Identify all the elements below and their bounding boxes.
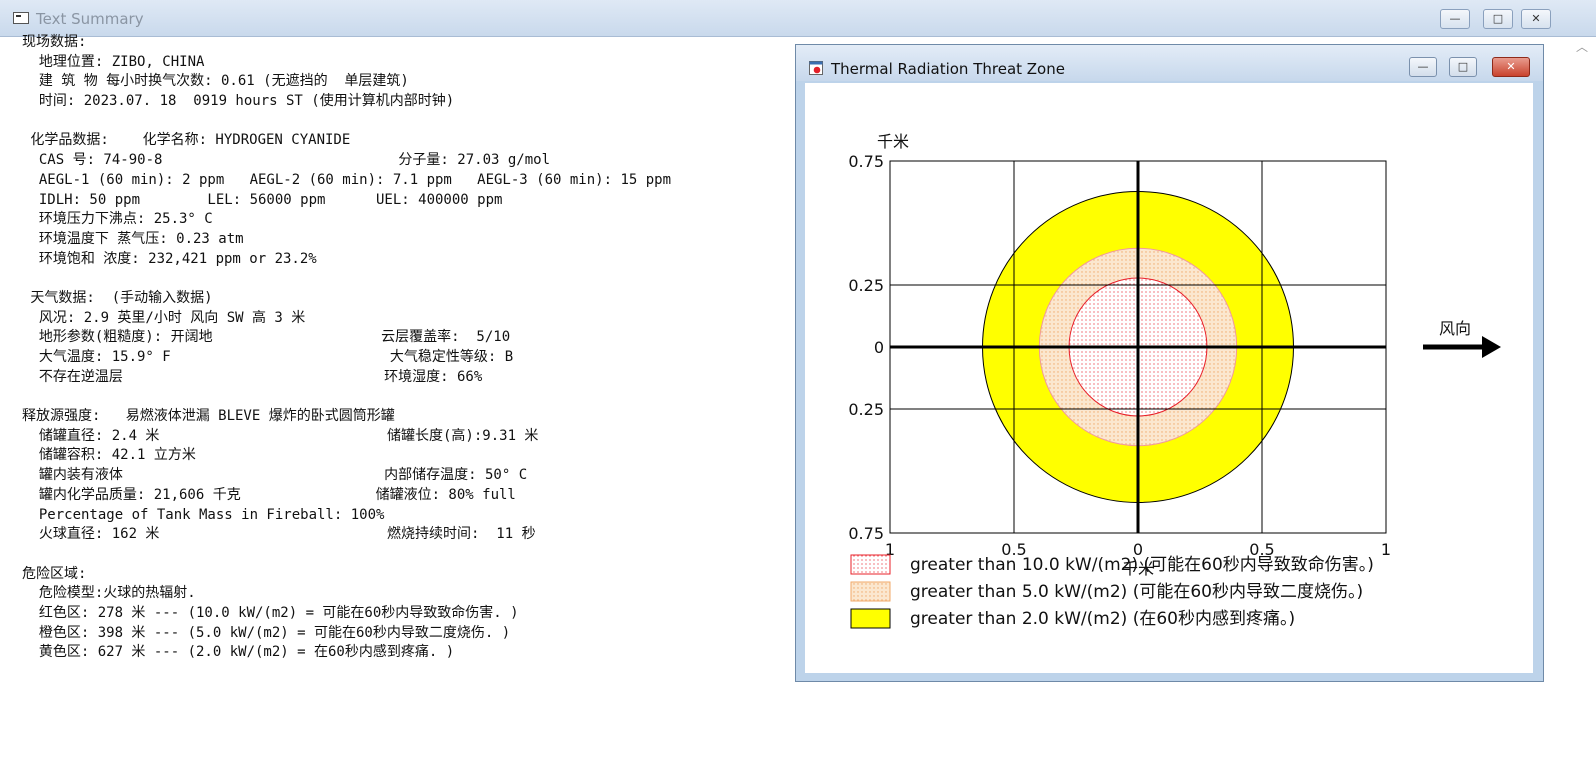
summary-line: 天气数据: (手动输入数据) bbox=[22, 289, 213, 306]
summary-line: 地理位置: ZIBO, CHINA bbox=[22, 53, 205, 70]
summary-line: Percentage of Tank Mass in Fireball: 100… bbox=[22, 506, 385, 523]
y-tick-label: 0.75 bbox=[848, 152, 884, 171]
main-title-bar[interactable]: Text Summary — □ ✕ bbox=[0, 0, 1596, 37]
summary-line: 风况: 2.9 英里/小时 风向 SW 高 3 米 bbox=[22, 309, 306, 326]
legend-swatch-red bbox=[850, 554, 891, 575]
summary-line bbox=[22, 387, 671, 407]
y-tick-label: 0 bbox=[874, 338, 884, 357]
summary-line: 橙色区: 398 米 --- (5.0 kW/(m2) = 可能在60秒内导致二… bbox=[22, 624, 511, 641]
summary-line: 不存在逆温层 环境湿度: 66% bbox=[22, 368, 483, 385]
x-tick-label: 1 bbox=[1381, 540, 1391, 559]
maximize-button[interactable]: □ bbox=[1483, 9, 1513, 29]
y-tick-label: 0.75 bbox=[848, 524, 884, 543]
minimize-icon: — bbox=[1449, 12, 1461, 25]
wind-direction-label: 风向 bbox=[1439, 319, 1471, 338]
legend-swatch-yellow bbox=[850, 608, 891, 629]
summary-line bbox=[22, 112, 671, 132]
summary-line: 化学品数据: 化学名称: HYDROGEN CYANIDE bbox=[22, 132, 351, 149]
summary-line: 现场数据: bbox=[22, 34, 87, 50]
summary-line: CAS 号: 74-90-8 分子量: 27.03 g/mol bbox=[22, 152, 551, 169]
minimize-icon: — bbox=[1417, 60, 1429, 73]
threat-zone-window-icon bbox=[809, 61, 823, 75]
summary-line: 黄色区: 627 米 --- (2.0 kW/(m2) = 在60秒内感到疼痛.… bbox=[22, 644, 455, 661]
summary-line: 环境压力下沸点: 25.3° C bbox=[22, 211, 213, 228]
summary-line: 红色区: 278 米 --- (10.0 kW/(m2) = 可能在60秒内导致… bbox=[22, 604, 519, 621]
threat-zone-chart: 0.750.2500.250.751 0.5 0 0.5 1千米千米风向greater … bbox=[848, 132, 1501, 629]
summary-line: 时间: 2023.07. 18 0919 hours ST (使用计算机内部时钟… bbox=[22, 93, 455, 110]
summary-line: IDLH: 50 ppm LEL: 56000 ppm UEL: 400000 … bbox=[22, 191, 503, 208]
wind-arrow-icon bbox=[1482, 336, 1501, 358]
close-icon: ✕ bbox=[1506, 60, 1516, 73]
summary-line: 罐内化学品质量: 21,606 千克 储罐液位: 80% full bbox=[22, 486, 516, 503]
summary-line: 地形参数(粗糙度): 开阔地 云层覆盖率: 5/10 bbox=[22, 329, 511, 346]
text-summary: 现场数据: 地理位置: ZIBO, CHINA 建 筑 物 每小时换气次数: 0… bbox=[22, 33, 671, 663]
threat-close-button[interactable]: ✕ bbox=[1492, 57, 1530, 77]
threat-maximize-button[interactable]: □ bbox=[1449, 57, 1477, 77]
summary-line: 建 筑 物 每小时换气次数: 0.61 (无遮挡的 单层建筑) bbox=[22, 73, 409, 90]
close-icon: ✕ bbox=[1531, 12, 1541, 25]
y-axis-unit-label: 千米 bbox=[877, 132, 909, 151]
legend-label-orange: greater than 5.0 kW/(m2) (可能在60秒内导致二度烧伤。… bbox=[910, 582, 1363, 602]
app-icon bbox=[13, 12, 29, 24]
y-tick-label: 0.25 bbox=[848, 400, 884, 419]
minimize-button[interactable]: — bbox=[1440, 9, 1470, 29]
threat-zone-title-bar[interactable]: Thermal Radiation Threat Zone — □ ✕ bbox=[796, 45, 1543, 81]
summary-line: 大气温度: 15.9° F 大气稳定性等级: B bbox=[22, 349, 514, 365]
legend-label-red: greater than 10.0 kW/(m2) (可能在60秒内导致致命伤害… bbox=[910, 555, 1374, 575]
summary-line: AEGL-1 (60 min): 2 ppm AEGL-2 (60 min): … bbox=[22, 171, 672, 188]
threat-zone-title: Thermal Radiation Threat Zone bbox=[831, 60, 1065, 78]
maximize-icon: □ bbox=[1492, 12, 1504, 25]
summary-line: 罐内装有液体 内部储存温度: 50° C bbox=[22, 467, 528, 484]
threat-minimize-button[interactable]: — bbox=[1409, 57, 1437, 77]
summary-line: 释放源强度: 易燃液体泄漏 BLEVE 爆炸的卧式圆筒形罐 bbox=[22, 408, 395, 425]
legend-label-yellow: greater than 2.0 kW/(m2) (在60秒内感到疼痛。) bbox=[910, 609, 1295, 629]
threat-zone-window[interactable]: Thermal Radiation Threat Zone — □ ✕ 0.75… bbox=[795, 44, 1544, 682]
summary-line: 环境温度下 蒸气压: 0.23 atm bbox=[22, 230, 244, 247]
summary-line bbox=[22, 269, 671, 289]
summary-line: 环境饱和 浓度: 232,421 ppm or 23.2% bbox=[22, 250, 317, 267]
summary-line bbox=[22, 545, 671, 565]
window-title: Text Summary bbox=[36, 10, 144, 28]
summary-line: 火球直径: 162 米 燃烧持续时间: 11 秒 bbox=[22, 526, 536, 543]
summary-line: 储罐直径: 2.4 米 储罐长度(高):9.31 米 bbox=[22, 427, 539, 444]
close-button[interactable]: ✕ bbox=[1521, 9, 1551, 29]
summary-line: 储罐容积: 42.1 立方米 bbox=[22, 447, 196, 464]
scroll-up-arrow-icon[interactable]: ︿ bbox=[1576, 38, 1588, 55]
legend-swatch-orange bbox=[850, 581, 891, 602]
y-tick-label: 0.25 bbox=[848, 276, 884, 295]
threat-zone-plot-area: 0.75 0.25 0 0.25 0.75 1 0.5 0 0.5 1 千米 千米 风向 greater … bbox=[805, 83, 1533, 673]
summary-line: 危险区域: bbox=[22, 565, 87, 582]
summary-line: 危险模型:火球的热辐射. bbox=[22, 585, 196, 602]
maximize-icon: □ bbox=[1457, 60, 1469, 73]
